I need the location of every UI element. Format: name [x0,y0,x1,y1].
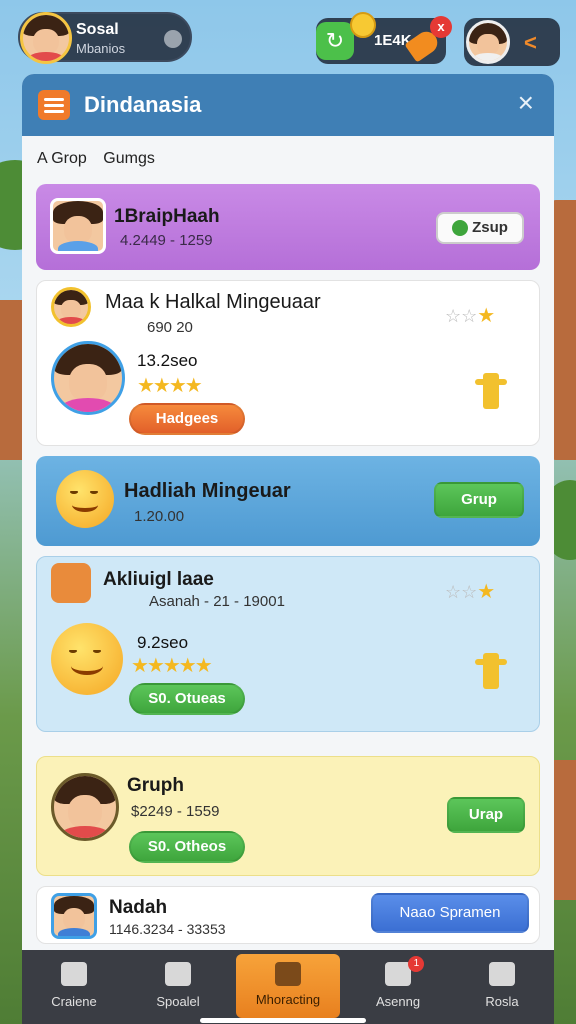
member-avatar [51,287,91,327]
profile-pill[interactable]: Sosal Mbanios [18,12,192,64]
card-score: 13.2seo [137,351,198,370]
list-item[interactable]: Akliuigl laae Asanah - 21 - 19001 ☆☆★ 9.… [36,556,540,732]
nav-item-arena[interactable]: 1 Asenng [346,950,450,1024]
currency-pill: ↻ 1E4K x [316,12,452,64]
members-button[interactable]: S0. Otheos [129,831,245,863]
nav-item-matching[interactable]: Mhoracting [236,954,340,1018]
box-icon [275,962,301,986]
group-avatar [50,198,106,254]
card-title: Hadliah Mingeuar [124,480,291,502]
bottom-nav: Craiene Spoalel Mhoracting 1 Asenng Rosl… [22,950,554,1024]
list-item[interactable]: Maa k Halkal Mingeuaar 690 20 ☆☆★ 13.2se… [36,280,540,446]
friend-avatar[interactable] [466,20,510,64]
card-title: Nadah [109,897,168,918]
star-rating: ★★★★ [137,375,203,397]
trophy-icon [475,653,507,689]
refresh-icon[interactable]: ↻ [316,22,354,60]
panel-header: Dindanasia × [22,74,554,136]
emoji-icon [56,470,114,528]
home-indicator [200,1018,366,1023]
friend-pill[interactable]: < [464,18,560,66]
person-icon [489,962,515,986]
primary-action-button[interactable]: Naao Spramen [371,893,529,933]
card-meta: 1146.3234 - 33353 [109,921,226,937]
card-meta: 4.2449 - 1259 [120,232,213,249]
player-avatar[interactable] [20,12,72,64]
list-item[interactable]: 1BraipHaah 4.2449 - 1259 Zsup [36,184,540,270]
list-item[interactable]: Nadah 1146.3234 - 33353 Naao Spramen [36,886,540,944]
card-meta: 1.20.00 [134,508,185,525]
shield-icon [385,962,411,986]
tab-bar: A Grop Gumgs [37,150,167,168]
settings-icon[interactable] [164,30,182,48]
list-item[interactable]: Gruph $2249 - 1559 S0. Otheos Urap [36,756,540,876]
card-title: Gruph [127,775,184,796]
share-icon[interactable]: < [524,30,537,56]
gift-button[interactable]: Hadgees [129,403,245,435]
star-rating: ★★★★★ [131,655,213,677]
card-score: 9.2seo [137,633,189,652]
join-button[interactable]: Zsup [436,212,524,244]
check-icon [452,220,469,237]
card-title: Maa k Halkal Mingeuaar [105,291,321,313]
close-icon[interactable]: × [518,88,534,118]
trophy-icon [475,373,507,409]
card-title: Akliuigl laae [103,569,214,590]
nav-item-home[interactable]: Craiene [22,950,126,1024]
notification-badge: x [430,16,452,38]
card-meta: $2249 - 1559 [131,803,220,820]
top-bar: Sosal Mbanios ↻ 1E4K x < [0,8,576,66]
card-title: 1BraipHaah [114,206,220,227]
rating-icon: ☆☆★ [445,581,495,603]
panel-title: Dindanasia [84,92,202,117]
card-meta: Asanah - 21 - 19001 [149,593,285,610]
home-icon [61,962,87,986]
tab-games[interactable]: Gumgs [103,150,155,167]
coin-icon [350,12,376,38]
book-icon [165,962,191,986]
tab-group[interactable]: A Grop [37,150,87,167]
profile-subtitle: Mbanios [76,41,126,56]
group-button[interactable]: Grup [434,482,524,518]
emoji-icon [51,563,91,603]
nav-item-social[interactable]: Spoalel [126,950,230,1024]
side-action-button[interactable]: Urap [447,797,525,833]
nav-item-profile[interactable]: Rosla [450,950,554,1024]
profile-name: Sosal [76,21,119,38]
player-avatar-large [51,341,125,415]
emoji-avatar [51,623,123,695]
members-button[interactable]: S0. Otueas [129,683,245,715]
member-avatar [51,773,119,841]
main-panel: Dindanasia × A Grop Gumgs 1BraipHaah 4.2… [22,74,554,1024]
member-avatar [51,893,97,939]
card-meta: 690 20 [147,319,193,336]
menu-icon[interactable] [38,90,70,120]
nav-badge: 1 [408,956,425,972]
rating-icon: ☆☆★ [445,305,495,327]
list-item[interactable]: Hadliah Mingeuar 1.20.00 Grup [36,456,540,546]
